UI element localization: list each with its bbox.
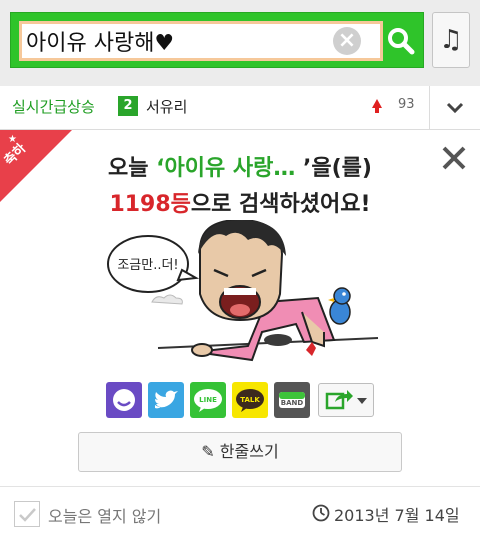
share-buttons: LINE TALK BAND — [106, 382, 376, 420]
ranking-expand-button[interactable] — [430, 86, 480, 130]
share-more-button[interactable] — [318, 383, 374, 417]
talk-bubble-icon: TALK — [236, 389, 264, 412]
chevron-down-icon — [446, 102, 464, 114]
line-icon: LINE — [194, 389, 222, 412]
write-comment-button[interactable]: ✎ 한줄쓰기 — [78, 432, 402, 472]
search-header: × ♫ — [0, 0, 480, 86]
search-rank: 1198등 — [109, 192, 191, 217]
message-suffix: 으로 검색하셨어요! — [190, 192, 371, 217]
speech-text: 조금만..더! — [117, 258, 178, 273]
checkmark-icon — [19, 508, 36, 522]
date-label: 2013년 7월 14일 — [334, 506, 460, 525]
bird-icon — [155, 390, 178, 409]
search-button[interactable] — [383, 21, 419, 61]
clear-search-icon[interactable]: × — [333, 27, 361, 55]
share-kakaotalk-button[interactable]: TALK — [232, 382, 268, 418]
magnifier-icon — [388, 28, 415, 55]
message-particle: ’을(를) — [295, 156, 372, 181]
share-band-button[interactable]: BAND — [274, 382, 310, 418]
speech-bubble: 조금만..더! — [107, 235, 200, 293]
ranking-title: 실시간급상승 — [12, 98, 95, 116]
smile-face-icon — [113, 389, 135, 411]
band-label: BAND — [281, 399, 304, 407]
search-box: × — [10, 12, 424, 68]
rank-change-count: 93 — [398, 97, 415, 112]
share-mypeople-button[interactable] — [106, 382, 142, 418]
share-line-button[interactable]: LINE — [190, 382, 226, 418]
music-note-icon: ♫ — [439, 25, 463, 55]
dont-show-today-checkbox[interactable] — [14, 501, 40, 527]
message-line-1: 오늘 ‘아이유 사랑… ’을(를) — [0, 150, 480, 182]
share-arrow-icon — [325, 390, 367, 410]
pencil-icon: ✎ — [201, 442, 215, 461]
trend-up-icon — [372, 99, 382, 113]
rank-number-badge: 2 — [118, 96, 138, 116]
dont-show-today-label[interactable]: 오늘은 열지 않기 — [48, 503, 161, 527]
searched-keyword: ‘아이유 사랑… — [156, 156, 296, 181]
search-rank-popup: ★ 축하 오늘 ‘아이유 사랑… ’을(를) 1198등으로 검색하셨어요! 조… — [0, 130, 480, 537]
realtime-ranking-bar[interactable]: 실시간급상승 2 서유리 93 — [0, 86, 480, 130]
line-label: LINE — [199, 396, 217, 404]
rank-keyword[interactable]: 서유리 — [146, 96, 187, 117]
clock-icon — [312, 504, 330, 522]
search-input[interactable] — [19, 21, 383, 61]
write-label: 한줄쓰기 — [219, 442, 279, 461]
message-line-2: 1198등으로 검색하셨어요! — [0, 186, 480, 218]
cartoon-illustration: 조금만..더! — [107, 220, 379, 362]
bird-character — [328, 287, 351, 325]
share-twitter-button[interactable] — [148, 382, 184, 418]
music-search-button[interactable]: ♫ — [432, 12, 470, 68]
message-prefix: 오늘 — [108, 156, 157, 181]
character-head — [198, 220, 286, 322]
popup-footer: 오늘은 열지 않기 2013년 7월 14일 — [0, 486, 480, 537]
talk-label: TALK — [240, 396, 260, 404]
band-icon: BAND — [279, 392, 305, 408]
